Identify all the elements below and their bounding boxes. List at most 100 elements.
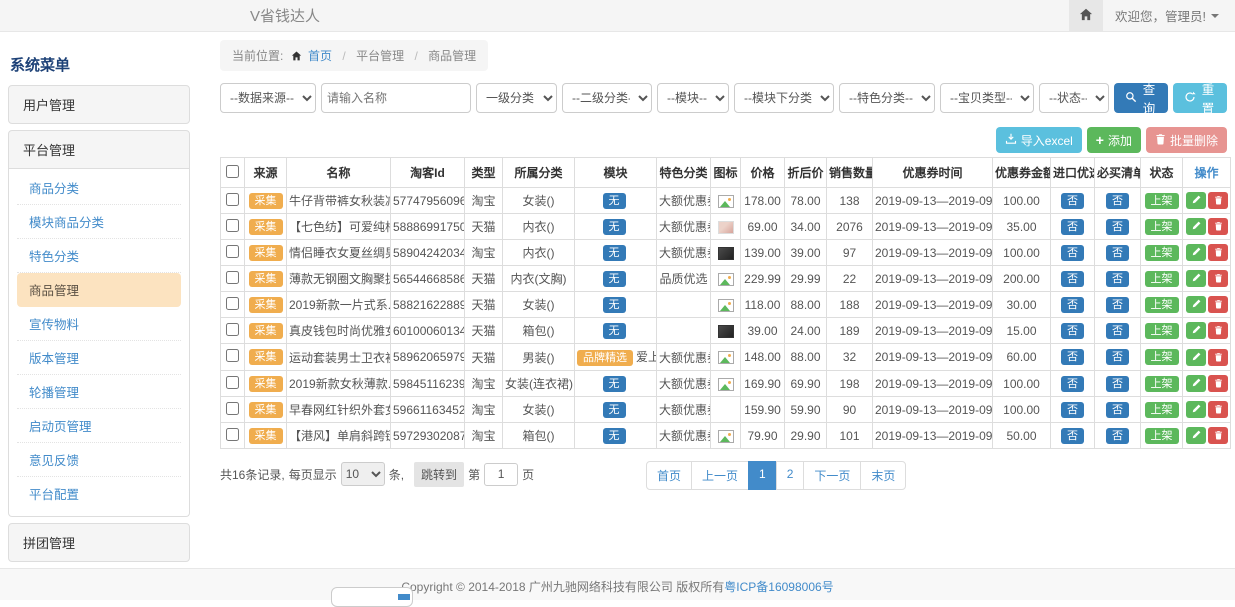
must-buy-toggle[interactable]: 否: [1106, 323, 1129, 339]
edit-button[interactable]: [1186, 218, 1206, 235]
level2-category-select[interactable]: --二级分类--: [562, 83, 652, 113]
sidebar-item-product-category[interactable]: 商品分类: [17, 171, 181, 205]
sidebar-item-version-management[interactable]: 版本管理: [17, 341, 181, 375]
status-toggle[interactable]: 上架: [1145, 297, 1179, 313]
sidebar-item-promo-materials[interactable]: 宣传物料: [17, 307, 181, 341]
import-select-toggle[interactable]: 否: [1061, 271, 1084, 287]
select-all-checkbox[interactable]: [226, 165, 239, 178]
status-toggle[interactable]: 上架: [1145, 271, 1179, 287]
pager-page-2[interactable]: 2: [776, 461, 805, 490]
status-select[interactable]: --状态--: [1039, 83, 1109, 113]
row-checkbox[interactable]: [226, 271, 239, 284]
batch-delete-button[interactable]: 批量删除: [1146, 127, 1227, 153]
add-button[interactable]: + 添加: [1087, 127, 1141, 153]
status-toggle[interactable]: 上架: [1145, 428, 1179, 444]
delete-button[interactable]: [1208, 375, 1228, 392]
import-select-toggle[interactable]: 否: [1061, 402, 1084, 418]
module-subcategory-select[interactable]: --模块下分类--: [734, 83, 834, 113]
sidebar-item-module-product-category[interactable]: 模块商品分类: [17, 205, 181, 239]
feature-category-select[interactable]: --特色分类--: [839, 83, 935, 113]
import-select-toggle[interactable]: 否: [1061, 245, 1084, 261]
user-menu[interactable]: 欢迎您，管理员!: [1103, 6, 1235, 25]
delete-button[interactable]: [1208, 322, 1228, 339]
pager-first[interactable]: 首页: [646, 461, 692, 490]
status-toggle[interactable]: 上架: [1145, 402, 1179, 418]
delete-button[interactable]: [1208, 427, 1228, 444]
row-checkbox[interactable]: [226, 193, 239, 206]
import-select-toggle[interactable]: 否: [1061, 376, 1084, 392]
search-button[interactable]: 查询: [1114, 83, 1168, 113]
pager-page-1[interactable]: 1: [748, 461, 777, 490]
import-select-toggle[interactable]: 否: [1061, 219, 1084, 235]
edit-button[interactable]: [1186, 322, 1206, 339]
item-type-select[interactable]: --宝贝类型--: [940, 83, 1034, 113]
per-page-select[interactable]: 10: [341, 462, 385, 486]
edit-button[interactable]: [1186, 296, 1206, 313]
import-select-toggle[interactable]: 否: [1061, 193, 1084, 209]
name-search-input[interactable]: [321, 83, 471, 113]
status-toggle[interactable]: 上架: [1145, 376, 1179, 392]
module-select[interactable]: --模块--: [657, 83, 729, 113]
sidebar-item-splash-management[interactable]: 启动页管理: [17, 409, 181, 443]
import-excel-button[interactable]: 导入excel: [996, 127, 1082, 153]
breadcrumb-home-link[interactable]: 首页: [308, 49, 332, 63]
data-source-select[interactable]: --数据来源--: [220, 83, 316, 113]
edit-button[interactable]: [1186, 192, 1206, 209]
edit-button[interactable]: [1186, 427, 1206, 444]
import-select-toggle[interactable]: 否: [1061, 297, 1084, 313]
sidebar-item-feature-category[interactable]: 特色分类: [17, 239, 181, 273]
page-number-input[interactable]: [484, 463, 518, 486]
row-checkbox[interactable]: [226, 402, 239, 415]
sidebar-item-product-management[interactable]: 商品管理: [17, 273, 181, 307]
delete-button[interactable]: [1208, 244, 1228, 261]
must-buy-toggle[interactable]: 否: [1106, 376, 1129, 392]
must-buy-toggle[interactable]: 否: [1106, 271, 1129, 287]
pager-last[interactable]: 末页: [860, 461, 906, 490]
delete-button[interactable]: [1208, 296, 1228, 313]
status-toggle[interactable]: 上架: [1145, 349, 1179, 365]
must-buy-toggle[interactable]: 否: [1106, 193, 1129, 209]
status-toggle[interactable]: 上架: [1145, 323, 1179, 339]
row-checkbox[interactable]: [226, 349, 239, 362]
sidebar-item-platform-management[interactable]: 平台管理: [8, 130, 190, 169]
sidebar-item-group-buy[interactable]: 拼团管理: [8, 523, 190, 562]
reset-button[interactable]: 重置: [1173, 83, 1227, 113]
delete-button[interactable]: [1208, 401, 1228, 418]
delete-button[interactable]: [1208, 349, 1228, 366]
status-toggle[interactable]: 上架: [1145, 219, 1179, 235]
edit-button[interactable]: [1186, 349, 1206, 366]
edit-button[interactable]: [1186, 244, 1206, 261]
status-toggle[interactable]: 上架: [1145, 245, 1179, 261]
edit-button[interactable]: [1186, 270, 1206, 287]
must-buy-toggle[interactable]: 否: [1106, 349, 1129, 365]
must-buy-toggle[interactable]: 否: [1106, 245, 1129, 261]
delete-button[interactable]: [1208, 192, 1228, 209]
pager-prev[interactable]: 上一页: [691, 461, 749, 490]
row-checkbox[interactable]: [226, 245, 239, 258]
row-checkbox[interactable]: [226, 323, 239, 336]
row-checkbox[interactable]: [226, 297, 239, 310]
must-buy-toggle[interactable]: 否: [1106, 297, 1129, 313]
sidebar-item-platform-config[interactable]: 平台配置: [17, 477, 181, 510]
delete-button[interactable]: [1208, 270, 1228, 287]
edit-button[interactable]: [1186, 401, 1206, 418]
must-buy-toggle[interactable]: 否: [1106, 402, 1129, 418]
icp-link[interactable]: 粤ICP备16098006号: [724, 580, 833, 594]
edit-button[interactable]: [1186, 375, 1206, 392]
sidebar-item-carousel-management[interactable]: 轮播管理: [17, 375, 181, 409]
must-buy-toggle[interactable]: 否: [1106, 219, 1129, 235]
status-toggle[interactable]: 上架: [1145, 193, 1179, 209]
jump-button[interactable]: 跳转到: [414, 462, 464, 487]
import-select-toggle[interactable]: 否: [1061, 428, 1084, 444]
sidebar-item-feedback[interactable]: 意见反馈: [17, 443, 181, 477]
row-checkbox[interactable]: [226, 219, 239, 232]
sidebar-item-user-management[interactable]: 用户管理: [8, 85, 190, 124]
row-checkbox[interactable]: [226, 428, 239, 441]
import-select-toggle[interactable]: 否: [1061, 323, 1084, 339]
delete-button[interactable]: [1208, 218, 1228, 235]
row-checkbox[interactable]: [226, 376, 239, 389]
must-buy-toggle[interactable]: 否: [1106, 428, 1129, 444]
level1-category-select[interactable]: 一级分类: [476, 83, 557, 113]
pager-next[interactable]: 下一页: [803, 461, 861, 490]
import-select-toggle[interactable]: 否: [1061, 349, 1084, 365]
